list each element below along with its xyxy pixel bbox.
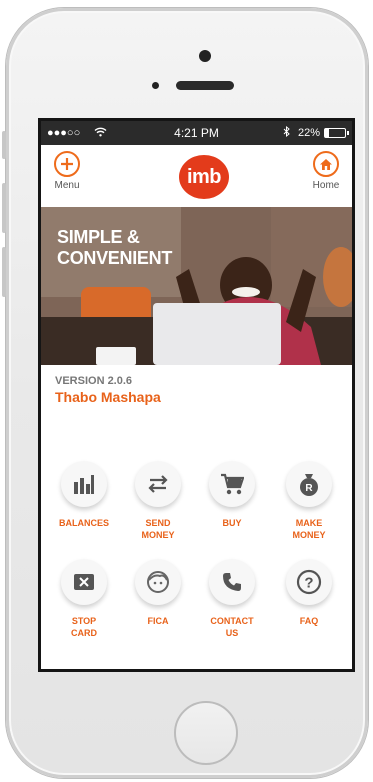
profile-info: VERSION 2.0.6 Thabo Mashapa [55, 375, 161, 405]
send-money-tile[interactable]: SEND MONEY [118, 461, 198, 541]
stop-card-tile[interactable]: STOP CARD [44, 559, 124, 639]
make-money-tile[interactable]: R MAKE MONEY [269, 461, 349, 541]
app-screen: ●●●○○ 4:21 PM 22% Menu imb Home SIMPLE &… [38, 118, 355, 672]
tile-label: BUY [192, 517, 272, 529]
tile-label-line-1: BALANCES [58, 518, 109, 528]
tile-label: FICA [118, 615, 198, 627]
banner-line-2: CONVENIENT [57, 248, 173, 268]
money-bag-icon: R [286, 461, 332, 507]
bluetooth-icon [283, 125, 290, 140]
battery-percent: 22% [297, 127, 320, 139]
tile-label: BALANCES [44, 517, 124, 529]
svg-text:?: ? [304, 575, 313, 592]
plus-icon [54, 151, 80, 177]
tile-label: MAKE MONEY [269, 517, 349, 541]
tile-label-line-2: US [225, 628, 239, 638]
phone-icon [209, 559, 255, 605]
volume-up-button [2, 183, 6, 233]
imb-logo: imb [179, 155, 229, 199]
home-hardware-button[interactable] [174, 701, 238, 765]
status-bar: ●●●○○ 4:21 PM 22% [41, 121, 352, 145]
tile-label-line-1: STOP [71, 616, 97, 626]
tile-label-line-2: CARD [71, 628, 97, 638]
tile-label: SEND MONEY [118, 517, 198, 541]
transfer-arrows-icon [135, 461, 181, 507]
stop-card-icon [61, 559, 107, 605]
contact-us-tile[interactable]: CONTACT US [192, 559, 272, 639]
svg-text:R: R [305, 483, 313, 494]
home-icon [313, 151, 339, 177]
proximity-sensor [152, 82, 159, 89]
buy-tile[interactable]: BUY [192, 461, 272, 529]
balances-tile[interactable]: BALANCES [44, 461, 124, 529]
face-icon [135, 559, 181, 605]
banner-line-1: SIMPLE & [57, 227, 140, 247]
menu-button[interactable]: Menu [45, 151, 89, 191]
home-button[interactable]: Home [304, 151, 348, 191]
version-text: VERSION 2.0.6 [55, 375, 133, 387]
bar-chart-icon [61, 461, 107, 507]
tile-label-line-1: BUY [222, 518, 242, 528]
earpiece-speaker [176, 81, 234, 90]
logo-text: imb [186, 165, 222, 188]
faq-tile[interactable]: ? FAQ [269, 559, 349, 627]
cart-icon [209, 461, 255, 507]
tile-label: STOP CARD [44, 615, 124, 639]
fica-tile[interactable]: FICA [118, 559, 198, 627]
tile-label-line-1: SEND [145, 518, 171, 528]
tile-label-line-1: FICA [147, 616, 169, 626]
battery-icon [324, 128, 349, 138]
menu-label: Menu [54, 180, 80, 191]
tile-label-line-1: FAQ [299, 616, 319, 626]
tile-label: FAQ [269, 615, 349, 627]
mute-switch [2, 131, 6, 159]
question-icon: ? [286, 559, 332, 605]
user-name: Thabo Mashapa [55, 389, 161, 405]
tile-label-line-1: CONTACT [210, 616, 254, 626]
home-label: Home [312, 180, 340, 191]
app-header: Menu imb Home [41, 145, 352, 207]
promo-banner: SIMPLE & CONVENIENT [41, 207, 352, 365]
banner-headline: SIMPLE & CONVENIENT [57, 227, 172, 269]
tile-label: CONTACT US [192, 615, 272, 639]
tile-label-line-2: MONEY [292, 530, 326, 540]
tile-label-line-2: MONEY [141, 530, 175, 540]
volume-down-button [2, 247, 6, 297]
tile-label-line-1: MAKE [295, 518, 323, 528]
front-camera [199, 50, 211, 62]
